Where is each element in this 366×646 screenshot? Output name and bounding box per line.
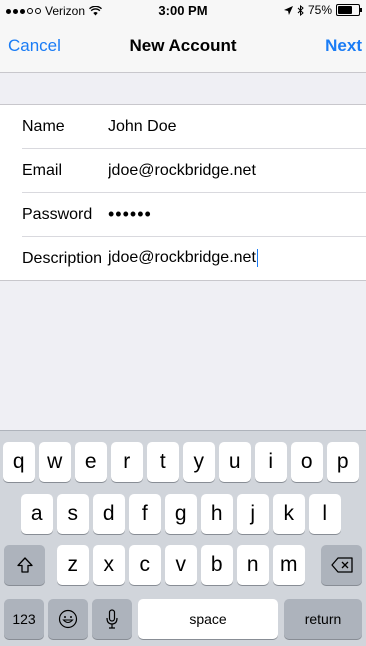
email-row: Email [22, 149, 366, 193]
key-i[interactable]: i [255, 442, 287, 482]
bluetooth-icon [297, 4, 304, 16]
delete-key[interactable] [321, 545, 362, 585]
emoji-icon [58, 609, 78, 629]
name-label: Name [22, 117, 65, 135]
key-f[interactable]: f [129, 494, 161, 534]
key-w[interactable]: w [39, 442, 71, 482]
key-c[interactable]: c [129, 545, 161, 585]
status-bar: Verizon 3:00 PM 75% [0, 0, 366, 20]
key-q[interactable]: q [3, 442, 35, 482]
navigation-bar: Cancel New Account Next [0, 20, 366, 73]
name-field[interactable] [108, 117, 338, 136]
key-e[interactable]: e [75, 442, 107, 482]
key-l[interactable]: l [309, 494, 341, 534]
next-button[interactable]: Next [325, 36, 362, 56]
key-b[interactable]: b [201, 545, 233, 585]
key-r[interactable]: r [111, 442, 143, 482]
key-g[interactable]: g [165, 494, 197, 534]
delete-icon [330, 557, 353, 573]
account-form: Name Email Password •••••• Description j… [0, 104, 366, 281]
key-p[interactable]: p [327, 442, 359, 482]
key-o[interactable]: o [291, 442, 323, 482]
key-h[interactable]: h [201, 494, 233, 534]
screen: Verizon 3:00 PM 75% Cancel New Account N… [0, 0, 366, 646]
password-label: Password [22, 205, 93, 223]
description-field[interactable]: jdoe@rockbridge.net [108, 249, 338, 268]
key-t[interactable]: t [147, 442, 179, 482]
microphone-icon [106, 609, 118, 629]
space-key[interactable]: space [138, 599, 278, 639]
key-s[interactable]: s [57, 494, 89, 534]
numbers-key[interactable]: 123 [4, 599, 44, 639]
password-field[interactable]: •••••• [108, 204, 338, 225]
key-d[interactable]: d [93, 494, 125, 534]
key-m[interactable]: m [273, 545, 305, 585]
key-x[interactable]: x [93, 545, 125, 585]
email-field[interactable] [108, 161, 338, 180]
key-k[interactable]: k [273, 494, 305, 534]
key-y[interactable]: y [183, 442, 215, 482]
emoji-key[interactable] [48, 599, 88, 639]
description-row: Description jdoe@rockbridge.net [22, 237, 366, 280]
return-key[interactable]: return [284, 599, 362, 639]
key-j[interactable]: j [237, 494, 269, 534]
key-v[interactable]: v [165, 545, 197, 585]
key-u[interactable]: u [219, 442, 251, 482]
status-right: 75% [283, 3, 362, 17]
shift-key[interactable] [4, 545, 45, 585]
keyboard: qwertyuiop asdfghjkl zxcvbnm 123 space r… [0, 430, 366, 646]
key-z[interactable]: z [57, 545, 89, 585]
location-arrow-icon [283, 5, 293, 15]
name-row: Name [22, 105, 366, 149]
microphone-key[interactable] [92, 599, 132, 639]
description-label: Description [22, 249, 103, 267]
key-n[interactable]: n [237, 545, 269, 585]
password-row: Password •••••• [22, 193, 366, 237]
battery-percent: 75% [307, 3, 332, 17]
description-value: jdoe@rockbridge.net [108, 249, 256, 267]
email-label: Email [22, 161, 63, 179]
text-cursor [256, 249, 258, 268]
key-a[interactable]: a [21, 494, 53, 534]
shift-icon [16, 557, 33, 573]
battery-icon [336, 4, 362, 16]
page-title: New Account [129, 36, 237, 55]
